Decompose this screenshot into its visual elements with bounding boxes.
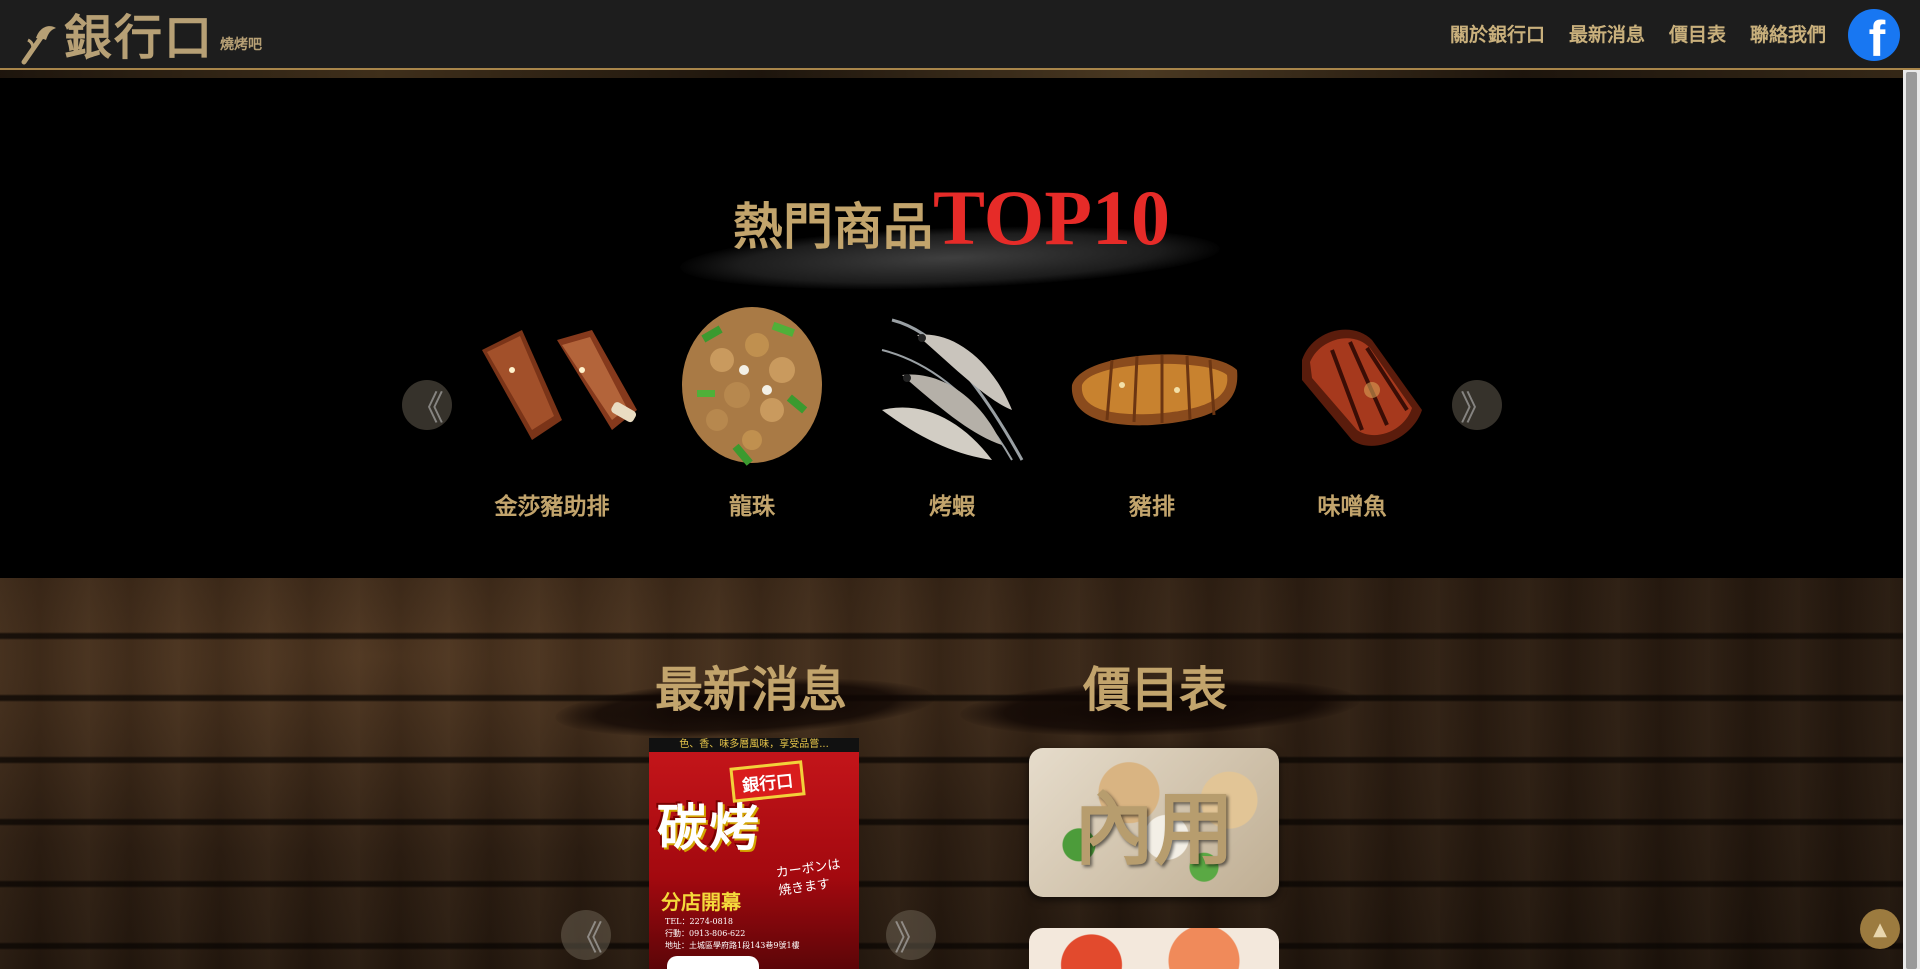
price-card-second[interactable] [1029, 928, 1279, 969]
product-name: 龍珠 [729, 493, 775, 520]
poster-japanese: カーボンは焼きます [774, 857, 842, 899]
product-name: 金莎豬助排 [494, 493, 610, 520]
price-card-label: 內用 [1074, 781, 1234, 876]
pork-chop-image [1071, 354, 1238, 426]
nav-price[interactable]: 價目表 [1669, 20, 1726, 47]
top10-title-en: TOP10 [933, 174, 1170, 261]
news-title: 最新消息 [655, 662, 848, 718]
poster-bottom-badge [667, 956, 759, 969]
pork-ribs-image [482, 330, 637, 440]
top10-prev-arrow[interactable]: 《 [402, 380, 452, 430]
poster-brand: 銀行口 [729, 760, 806, 803]
header-wood-strip [0, 70, 1903, 78]
page-scrollbar[interactable] [1903, 70, 1920, 969]
poster-tel: TEL：2274-0818 [665, 917, 733, 926]
poster-address: 地址：土城區學府路1段143巷9號1樓 [665, 941, 800, 950]
poster-tagline: 色、香、味多層風味，享受品嘗... [649, 738, 859, 752]
logo-subtitle: 燒烤吧 [220, 37, 263, 53]
poster-info: TEL：2274-0818 行動：0913-806-622 地址：土城區學府路1… [665, 916, 855, 952]
poster-branch-opening: 分店開幕 [661, 890, 741, 914]
arrow-up-icon: ▲ [1873, 918, 1887, 940]
top10-next-arrow[interactable]: 》 [1452, 380, 1502, 430]
poster-mobile: 行動：0913-806-622 [665, 929, 746, 938]
price-title: 價目表 [1083, 662, 1228, 718]
chevron-left-icon: 《 [410, 388, 444, 429]
torch-logo-icon [21, 26, 56, 65]
facebook-icon: f [1868, 11, 1886, 61]
news-next-arrow[interactable]: 》 [886, 910, 936, 960]
product-name: 豬排 [1129, 493, 1175, 520]
product-name: 味噌魚 [1317, 493, 1387, 520]
news-price-section [0, 578, 1903, 969]
site-header: 銀行口 燒烤吧 關於銀行口 最新消息 價目表 聯絡我們 f [0, 0, 1920, 70]
miso-fish-image [1302, 329, 1422, 446]
product-item[interactable]: 烤蝦 [862, 290, 1042, 521]
site-logo[interactable]: 銀行口 燒烤吧 [20, 4, 262, 66]
product-item[interactable]: 龍珠 [662, 290, 842, 521]
top10-title: 熱門商品TOP10 [0, 173, 1903, 263]
top10-title-zh: 熱門商品 [733, 197, 934, 256]
chevron-right-icon: 》 [894, 918, 928, 959]
news-poster[interactable]: 色、香、味多層風味，享受品嘗... 碳烤 銀行口 カーボンは焼きます 分店開幕 … [649, 738, 859, 969]
main-nav: 關於銀行口 最新消息 價目表 聯絡我們 [1450, 20, 1826, 47]
price-card-dine-in[interactable]: 內用 [1029, 748, 1279, 897]
facebook-link[interactable]: f [1848, 9, 1900, 61]
product-item[interactable]: 豬排 [1062, 290, 1242, 521]
nav-news[interactable]: 最新消息 [1569, 20, 1645, 47]
logo-text: 銀行口 [64, 10, 215, 66]
scrollbar-thumb[interactable] [1906, 72, 1917, 969]
chevron-left-icon: 《 [569, 918, 603, 959]
nav-about[interactable]: 關於銀行口 [1450, 20, 1545, 47]
product-name: 烤蝦 [929, 493, 975, 520]
nav-contact[interactable]: 聯絡我們 [1750, 20, 1826, 47]
back-to-top-button[interactable]: ▲ [1860, 909, 1900, 949]
chevron-right-icon: 》 [1460, 388, 1494, 429]
grilled-shrimp-image [881, 318, 1024, 461]
top10-section: 熱門商品TOP10 《 》 金莎豬助排 龍珠 烤蝦 豬排 味噌魚 [0, 78, 1903, 578]
product-item[interactable]: 味噌魚 [1262, 290, 1442, 521]
dragon-pearl-image [682, 307, 822, 466]
product-item[interactable]: 金莎豬助排 [462, 290, 642, 521]
news-prev-arrow[interactable]: 《 [561, 910, 611, 960]
